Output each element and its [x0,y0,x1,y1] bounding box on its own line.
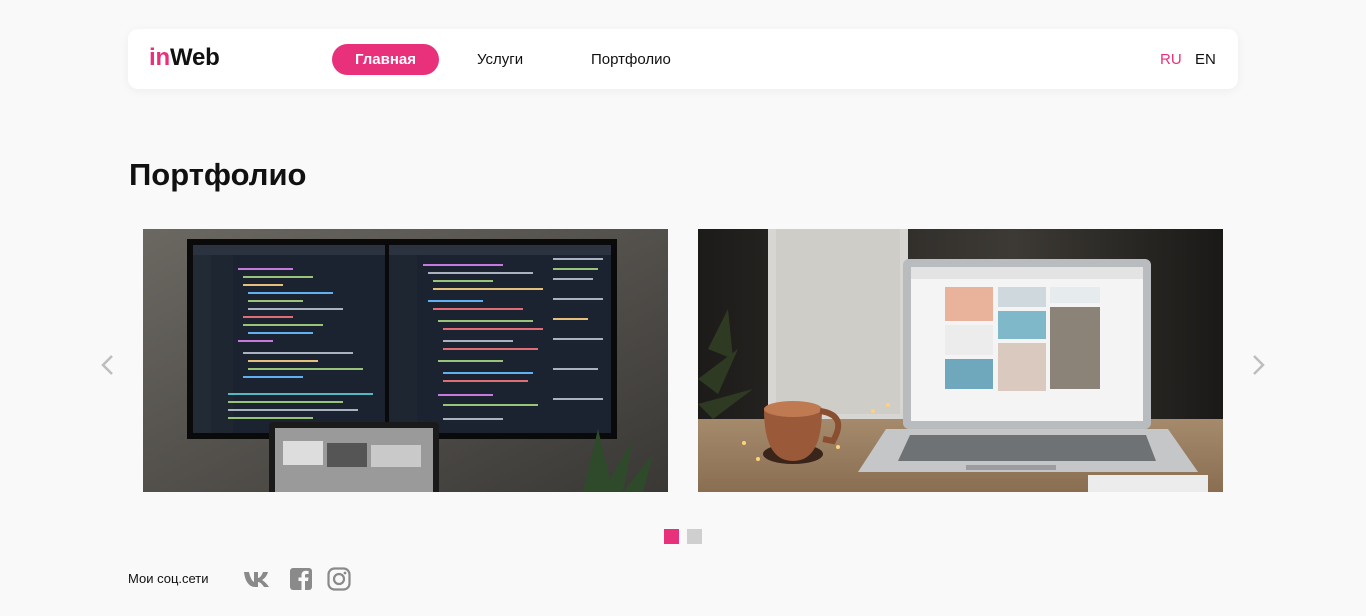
lang-ru-link[interactable]: RU [1160,44,1182,75]
instagram-icon[interactable] [326,567,352,591]
laptop-mug-photo-icon [698,229,1223,492]
next-slide-icon[interactable] [1247,353,1269,377]
header: inWeb Главная Услуги Портфолио RU EN [128,29,1238,89]
vk-icon[interactable] [243,567,275,591]
logo-in: in [149,44,170,71]
facebook-icon[interactable] [288,567,314,591]
prev-slide-icon[interactable] [97,353,119,377]
pagination-dot-2[interactable] [687,529,702,544]
nav-home-button[interactable]: Главная [332,44,439,75]
nav-portfolio-link[interactable]: Портфолио [591,44,671,75]
nav-services-link[interactable]: Услуги [477,44,523,75]
logo-web: Web [169,44,220,71]
portfolio-slide-2[interactable] [698,229,1223,492]
portfolio-slide-1[interactable] [143,229,668,492]
social-label: Мои соц.сети [128,571,209,586]
pagination-dot-1[interactable] [664,529,679,544]
page-title: Портфолио [129,157,307,192]
monitor-code-photo-icon [143,229,668,492]
lang-en-link[interactable]: EN [1195,44,1216,75]
logo[interactable]: inWeb [149,44,220,72]
